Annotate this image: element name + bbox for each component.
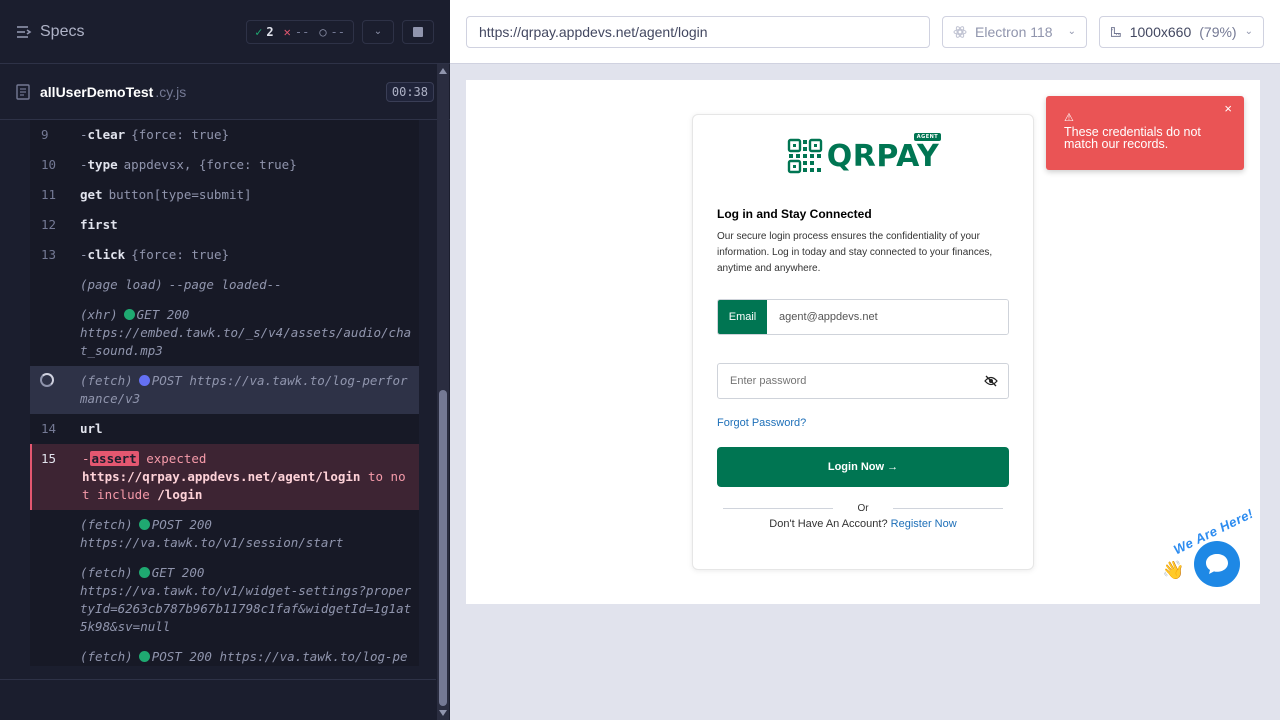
stop-button[interactable] bbox=[402, 19, 434, 44]
viewport-selector[interactable]: 1000x660 (79%) ⌄ bbox=[1099, 15, 1264, 48]
scroll-down-icon[interactable] bbox=[439, 710, 447, 716]
login-title: Log in and Stay Connected bbox=[717, 207, 872, 221]
specs-toggle-button[interactable]: Specs bbox=[16, 23, 84, 41]
status-dot-green bbox=[138, 519, 150, 530]
aut-iframe: QRPAY AGENT Log in and Stay Connected Our… bbox=[466, 80, 1260, 604]
status-dot-blue bbox=[138, 375, 150, 386]
status-dot-green bbox=[123, 309, 135, 320]
chevron-down-icon: ⌄ bbox=[1067, 26, 1076, 37]
browser-selector[interactable]: Electron 118 ⌄ bbox=[942, 15, 1087, 48]
loading-spinner-icon bbox=[40, 373, 54, 387]
stop-icon bbox=[413, 26, 423, 37]
command-row[interactable]: 11 get button[type=submit] bbox=[30, 180, 419, 210]
command-row[interactable]: 10 -type appdevsx, {force: true} bbox=[30, 150, 419, 180]
passed-count: ✓ 2 bbox=[255, 24, 274, 39]
command-row[interactable]: 9 -clear {force: true} bbox=[30, 120, 419, 150]
spec-duration: 00:38 bbox=[385, 81, 434, 102]
close-icon[interactable]: × bbox=[1224, 101, 1232, 116]
cypress-reporter: Specs ✓ 2 ✕ -- ○ -- ⌄ allUserDemoTest .cy.j… bbox=[0, 0, 450, 720]
chat-bubble-icon bbox=[1206, 554, 1228, 574]
pending-circle-icon: ○ bbox=[319, 24, 327, 39]
agent-badge: AGENT bbox=[913, 132, 942, 141]
command-row[interactable]: 13 -click {force: true} bbox=[30, 240, 419, 270]
error-toast: × ⚠ These credentials do not match our r… bbox=[1046, 96, 1244, 170]
scroll-up-icon[interactable] bbox=[439, 68, 447, 74]
command-log-scrollbar[interactable] bbox=[437, 64, 449, 720]
eye-slash-icon[interactable] bbox=[984, 375, 998, 387]
browser-name: Electron 118 bbox=[975, 23, 1053, 40]
register-row: Don't Have An Account? Register Now bbox=[769, 518, 957, 530]
login-card: QRPAY AGENT Log in and Stay Connected Our… bbox=[692, 114, 1034, 570]
pending-count: ○ -- bbox=[319, 24, 345, 39]
stats-bar: ✓ 2 ✕ -- ○ -- ⌄ bbox=[246, 19, 434, 44]
pending-fetch-row[interactable]: (fetch) POST https://va.tawk.to/log-perfo… bbox=[30, 366, 419, 414]
spec-extension: .cy.js bbox=[155, 83, 187, 100]
password-input[interactable] bbox=[718, 375, 984, 387]
failed-count: ✕ -- bbox=[283, 24, 310, 39]
toast-message: These credentials do not match our recor… bbox=[1064, 125, 1201, 151]
aut-panel: https://qrpay.appdevs.net/agent/login El… bbox=[450, 0, 1280, 720]
chat-launcher-button[interactable] bbox=[1194, 541, 1240, 587]
command-row[interactable]: 14 url bbox=[30, 414, 419, 444]
wave-hand-icon: 👋 bbox=[1162, 560, 1185, 580]
fetch-event-row[interactable]: (fetch) GET 200 https://va.tawk.to/v1/widg… bbox=[30, 558, 419, 642]
email-field-group: Email bbox=[717, 299, 1009, 335]
spec-title-row: allUserDemoTest .cy.js 00:38 bbox=[0, 64, 450, 120]
assert-tag: assert bbox=[89, 451, 139, 466]
check-icon: ✓ bbox=[255, 24, 263, 39]
forgot-password-link[interactable]: Forgot Password? bbox=[717, 417, 1009, 429]
email-input[interactable] bbox=[767, 300, 1008, 334]
or-divider: Or bbox=[717, 503, 1009, 514]
email-label: Email bbox=[718, 300, 767, 334]
qrpay-logo: QRPAY AGENT bbox=[717, 132, 1009, 175]
scrollbar-thumb[interactable] bbox=[439, 390, 447, 706]
chat-widget[interactable]: We Are Here! 👋 bbox=[1162, 506, 1260, 596]
status-dot-green bbox=[138, 567, 150, 578]
specs-label: Specs bbox=[40, 22, 85, 40]
x-icon: ✕ bbox=[283, 24, 291, 39]
page-load-event-row[interactable]: (page load) --page loaded-- bbox=[30, 270, 419, 300]
viewport-size: 1000x660 bbox=[1129, 23, 1192, 40]
aut-header: https://qrpay.appdevs.net/agent/login El… bbox=[450, 0, 1280, 64]
login-button[interactable]: Login Now → bbox=[717, 447, 1009, 487]
ruler-icon bbox=[1110, 26, 1121, 37]
qr-logo-icon bbox=[787, 138, 822, 174]
menu-icon bbox=[17, 25, 32, 38]
command-row[interactable]: 12 first bbox=[30, 210, 419, 240]
spec-name: allUserDemoTest bbox=[40, 83, 154, 100]
reporter-footer-divider bbox=[0, 679, 436, 680]
expand-collapse-button[interactable]: ⌄ bbox=[362, 19, 394, 44]
reporter-header: Specs ✓ 2 ✕ -- ○ -- ⌄ bbox=[0, 0, 450, 64]
zoom-level: (79%) bbox=[1199, 23, 1237, 40]
logo-wordmark: QRPAY AGENT bbox=[826, 132, 942, 174]
document-icon bbox=[16, 83, 30, 100]
fetch-event-row[interactable]: (fetch) POST 200 https://va.tawk.to/v1/ses… bbox=[30, 510, 419, 558]
status-dot-green bbox=[138, 651, 150, 662]
aut-url-bar[interactable]: https://qrpay.appdevs.net/agent/login bbox=[466, 15, 930, 48]
electron-icon bbox=[953, 25, 967, 38]
failed-assert-row[interactable]: 15 - assert expected https://qrpay.appdevs… bbox=[30, 444, 419, 510]
password-field-group bbox=[717, 363, 1009, 399]
test-stats: ✓ 2 ✕ -- ○ -- bbox=[246, 19, 354, 44]
login-description: Our secure login process ensures the con… bbox=[717, 231, 993, 274]
chevron-down-icon: ⌄ bbox=[1244, 26, 1253, 37]
command-log: 9 -clear {force: true} 10 -type appdevsx, … bbox=[30, 120, 419, 666]
fetch-event-row[interactable]: (fetch) POST 200 https://va.tawk.to/log-p… bbox=[30, 642, 419, 666]
warning-icon: ⚠ bbox=[1064, 112, 1074, 124]
chevron-down-icon: ⌄ bbox=[373, 26, 383, 37]
register-link[interactable]: Register Now bbox=[891, 518, 957, 530]
xhr-event-row[interactable]: (xhr) GET 200 https://embed.tawk.to/_s/v4/… bbox=[30, 300, 419, 366]
